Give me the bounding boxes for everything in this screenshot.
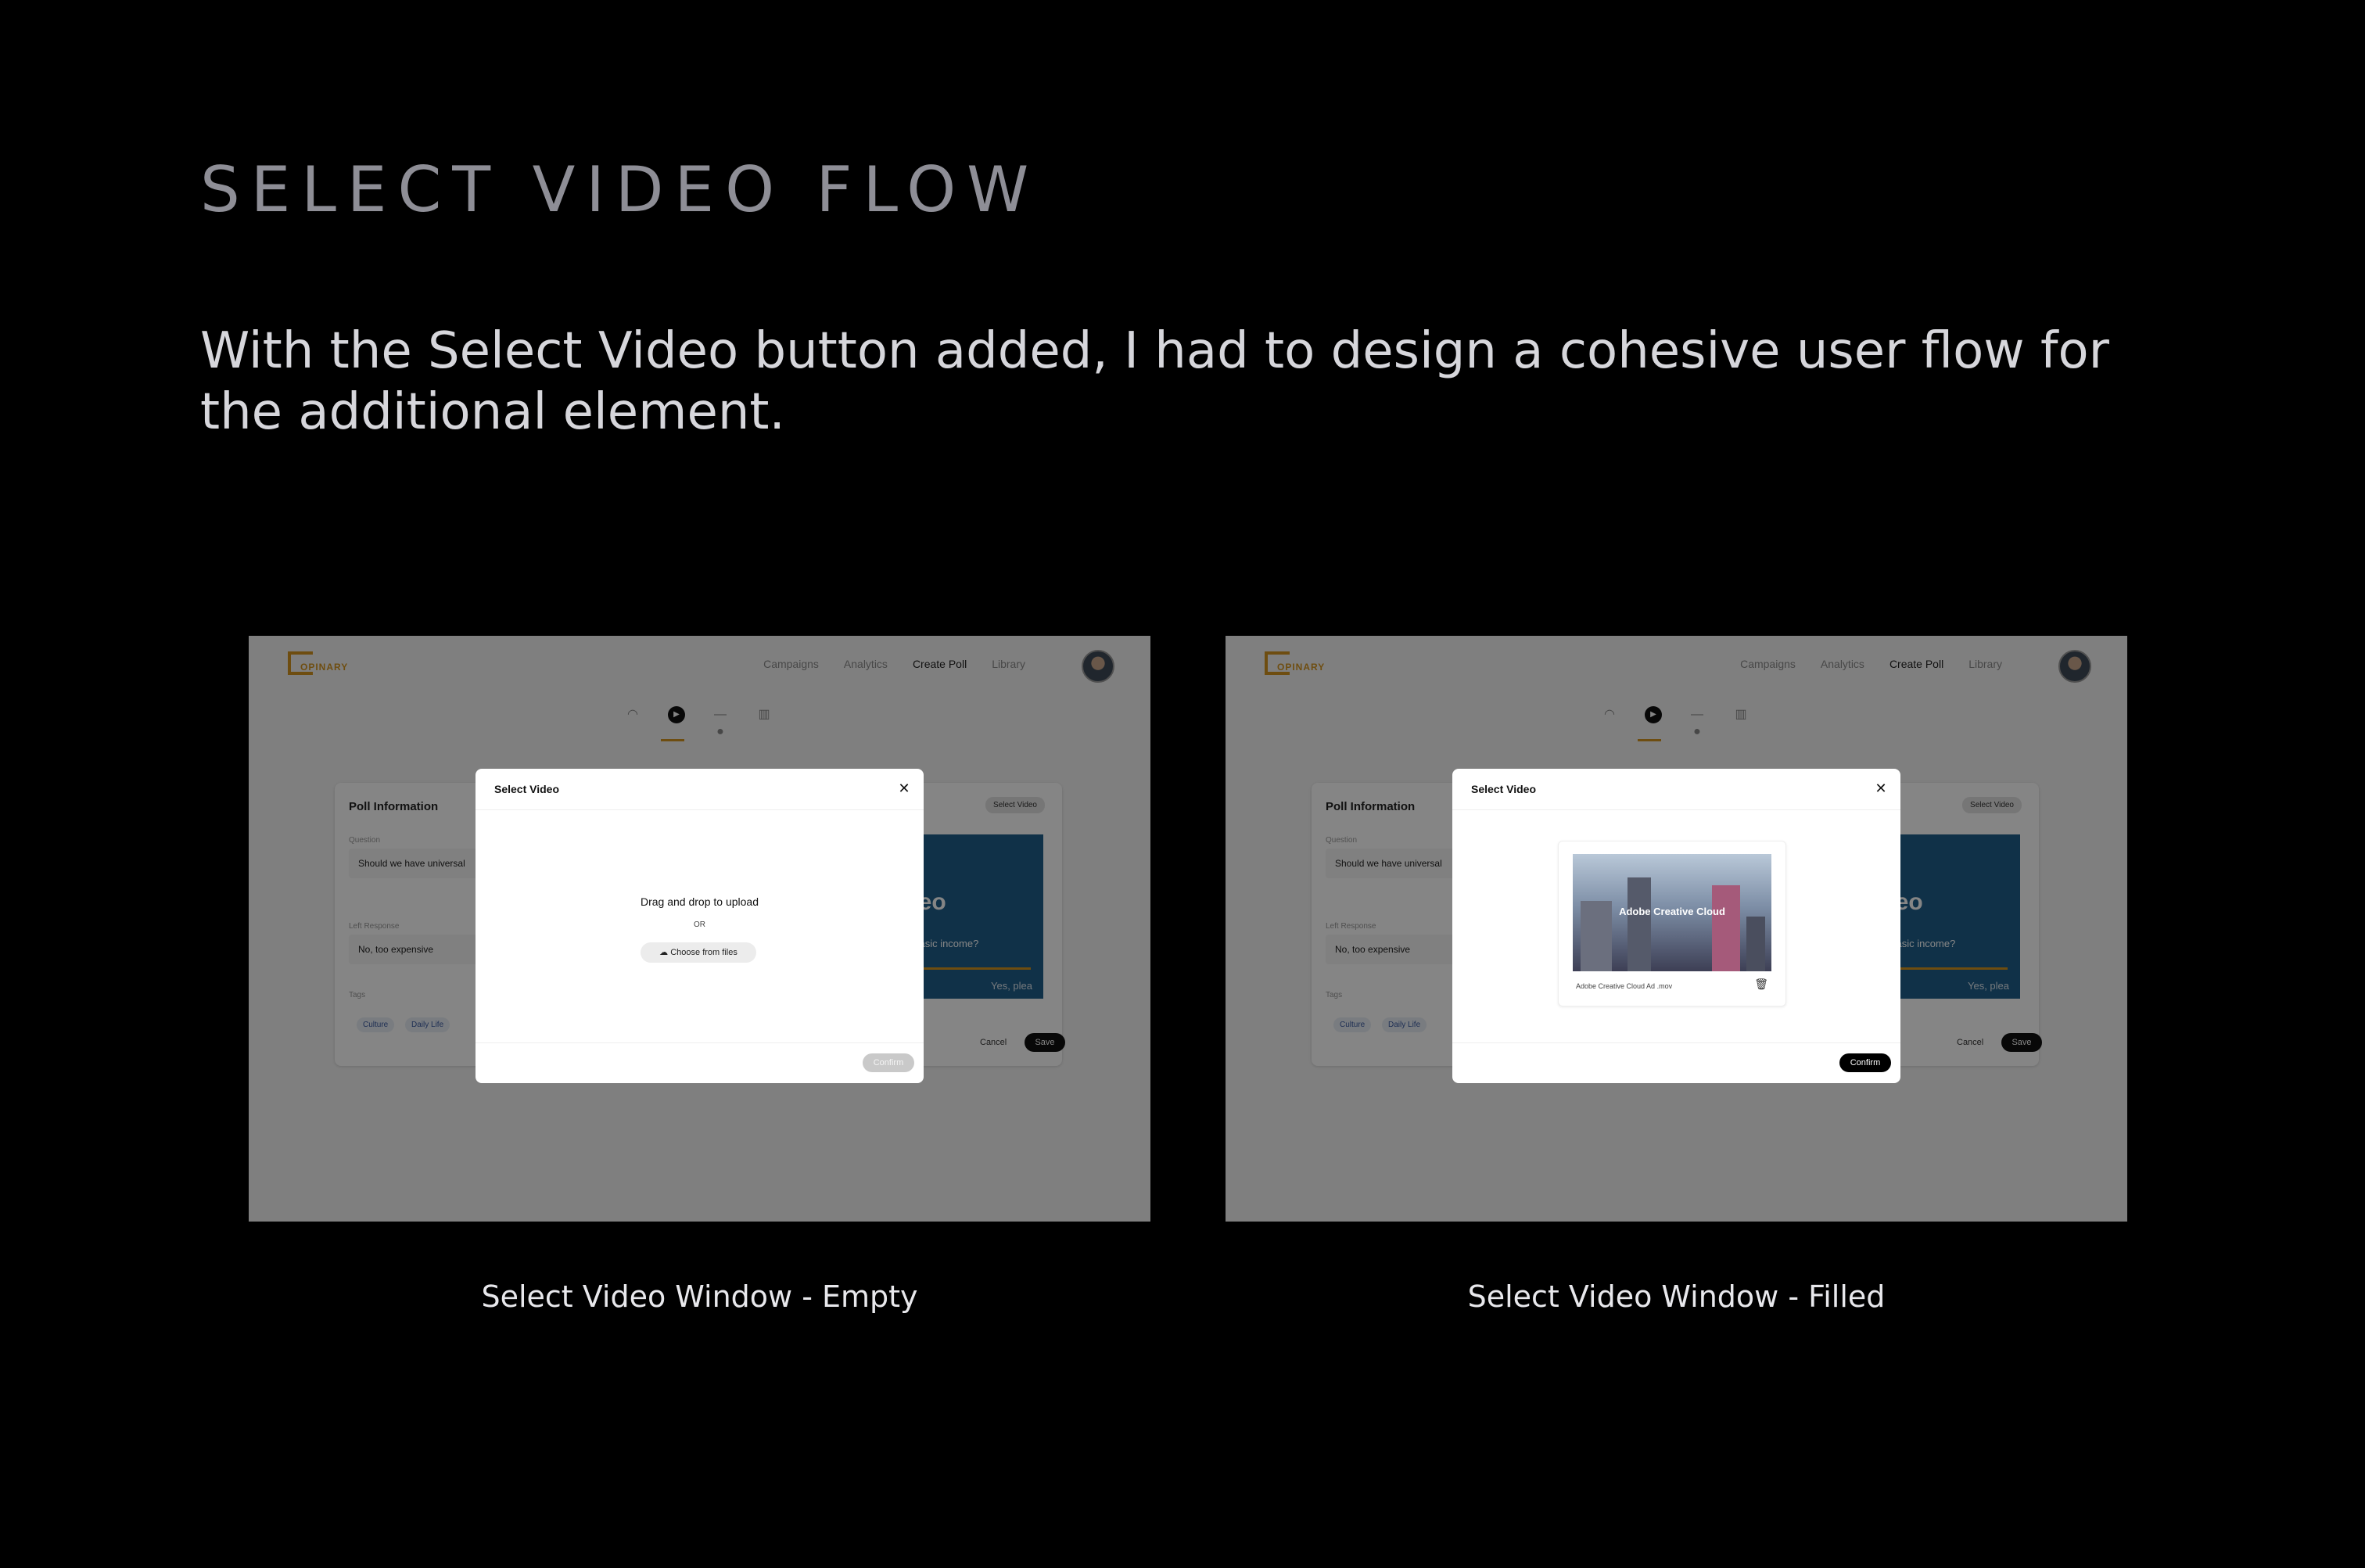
- page-title: SELECT VIDEO FLOW: [200, 153, 1040, 226]
- file-name: Adobe Creative Cloud Ad .mov: [1576, 982, 1673, 990]
- modal-footer-divider: [1452, 1042, 1900, 1043]
- drop-zone-text[interactable]: Drag and drop to upload: [476, 895, 924, 908]
- select-video-modal: Select Video ✕ Adobe Creative Cloud Adob…: [1452, 769, 1900, 1083]
- screenshot-filled: OPINARY Campaigns Analytics Create Poll …: [1226, 636, 2127, 1222]
- confirm-button[interactable]: Confirm: [863, 1053, 914, 1072]
- screenshot-empty: OPINARY Campaigns Analytics Create Poll …: [249, 636, 1150, 1222]
- choose-from-files-button[interactable]: ☁ Choose from files: [641, 942, 756, 963]
- modal-title: Select Video: [494, 783, 560, 795]
- thumbnail-brand-text: Adobe Creative Cloud: [1619, 906, 1725, 917]
- select-video-modal: Select Video ✕ Drag and drop to upload O…: [476, 769, 924, 1083]
- modal-divider: [476, 809, 924, 810]
- cloud-upload-icon: ☁: [659, 948, 669, 957]
- caption-filled: Select Video Window - Filled: [1467, 1279, 1886, 1314]
- close-icon[interactable]: ✕: [894, 778, 914, 798]
- confirm-button[interactable]: Confirm: [1839, 1053, 1891, 1072]
- uploaded-file-card: Adobe Creative Cloud Adobe Creative Clou…: [1558, 841, 1786, 1006]
- modal-footer-divider: [476, 1042, 924, 1043]
- or-separator: OR: [694, 920, 705, 929]
- video-thumbnail[interactable]: Adobe Creative Cloud: [1573, 854, 1771, 971]
- modal-divider: [1452, 809, 1900, 810]
- close-icon[interactable]: ✕: [1871, 778, 1891, 798]
- intro-text: With the Select Video button added, I ha…: [200, 322, 2109, 441]
- trash-icon[interactable]: 🗑: [1754, 978, 1768, 991]
- caption-empty: Select Video Window - Empty: [481, 1279, 918, 1314]
- choose-from-files-label: Choose from files: [670, 948, 737, 957]
- modal-title: Select Video: [1471, 783, 1537, 795]
